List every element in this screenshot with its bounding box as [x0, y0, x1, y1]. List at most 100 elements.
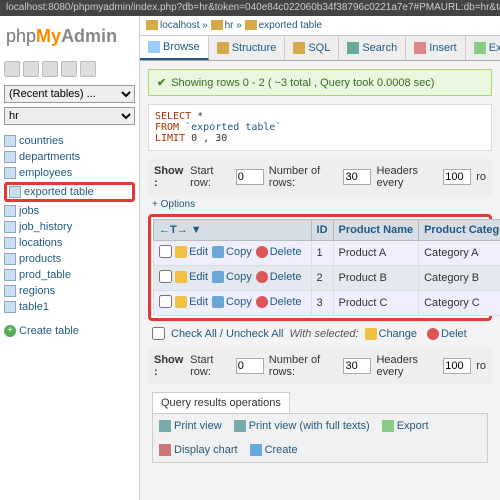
- sql-icon[interactable]: [42, 61, 58, 77]
- col-product-category[interactable]: Product Category: [419, 220, 500, 241]
- edit-icon: [175, 271, 187, 283]
- headers-every-input-2[interactable]: [443, 358, 471, 374]
- create-icon: [250, 444, 262, 456]
- results-table-highlight: ←T→ ▼ ID Product Name Product Category S…: [148, 214, 492, 321]
- display-chart[interactable]: Display chart: [159, 444, 238, 456]
- export-icon: [474, 42, 486, 54]
- edit-row[interactable]: Edit: [175, 271, 208, 283]
- delete-icon: [427, 328, 439, 340]
- table-icon: [4, 205, 16, 217]
- docs-icon[interactable]: [61, 61, 77, 77]
- structure-icon: [217, 42, 229, 54]
- results-table: ←T→ ▼ ID Product Name Product Category S…: [153, 219, 500, 316]
- bulk-change[interactable]: Change: [365, 328, 418, 340]
- tab-sql[interactable]: SQL: [285, 36, 339, 60]
- delete-row[interactable]: Delete: [256, 246, 302, 258]
- chart-icon: [159, 444, 171, 456]
- sidebar-iconrow: [4, 59, 135, 85]
- tree-item-departments[interactable]: departments: [4, 149, 135, 165]
- start-row-input-2[interactable]: [236, 358, 264, 374]
- tree-item-products[interactable]: products: [4, 251, 135, 267]
- reload-icon[interactable]: [80, 61, 96, 77]
- query-results-operations: Query results operations Print view Prin…: [152, 392, 488, 463]
- insert-icon: [414, 42, 426, 54]
- table-icon: [4, 221, 16, 233]
- main-panel: localhost » hr » exported table Browse S…: [140, 16, 500, 500]
- table-row: EditCopyDelete1Product ACategory AXyz Su…: [154, 241, 500, 266]
- tab-browse[interactable]: Browse: [140, 36, 209, 60]
- tree-item-regions[interactable]: regions: [4, 283, 135, 299]
- copy-row[interactable]: Copy: [212, 246, 252, 258]
- delete-row[interactable]: Delete: [256, 296, 302, 308]
- db-icon: [211, 20, 223, 30]
- tabs: Browse Structure SQL Search Insert Expor…: [140, 36, 500, 61]
- delete-icon: [256, 296, 268, 308]
- tree-item-countries[interactable]: countries: [4, 133, 135, 149]
- start-row-input[interactable]: [236, 169, 264, 185]
- table-icon: [4, 151, 16, 163]
- print-icon: [234, 420, 246, 432]
- table-icon: [4, 237, 16, 249]
- delete-icon: [256, 246, 268, 258]
- edit-icon: [365, 328, 377, 340]
- sql-query-box: SELECT * FROM `exported table` LIMIT 0 ,…: [148, 104, 492, 151]
- copy-row[interactable]: Copy: [212, 271, 252, 283]
- row-controls: Show : Start row: Number of rows: Header…: [148, 159, 492, 195]
- table-row: EditCopyDelete2Product BCategory BXyz Su…: [154, 266, 500, 291]
- check-all-checkbox[interactable]: [152, 327, 165, 340]
- tab-insert[interactable]: Insert: [406, 36, 466, 60]
- create-view[interactable]: Create: [250, 444, 298, 456]
- tree-item-jobs[interactable]: jobs: [4, 203, 135, 219]
- breadcrumb: localhost » hr » exported table: [140, 16, 500, 36]
- col-product-name[interactable]: Product Name: [333, 220, 419, 241]
- print-view[interactable]: Print view: [159, 420, 222, 432]
- tree-item-table1[interactable]: table1: [4, 299, 135, 315]
- bulk-delete[interactable]: Delet: [427, 328, 467, 340]
- export-link[interactable]: Export: [382, 420, 429, 432]
- row-checkbox[interactable]: [159, 270, 172, 283]
- tree-item-locations[interactable]: locations: [4, 235, 135, 251]
- success-message: ✔ Showing rows 0 - 2 ( ~3 total , Query …: [148, 69, 492, 96]
- tree-item-exported-table[interactable]: exported table: [4, 182, 135, 202]
- create-table-link[interactable]: + Create table: [4, 325, 135, 337]
- options-link[interactable]: + Options: [152, 199, 488, 210]
- home-icon[interactable]: [4, 61, 20, 77]
- export-icon: [382, 420, 394, 432]
- tree-item-job_history[interactable]: job_history: [4, 219, 135, 235]
- database-select[interactable]: hr: [4, 107, 135, 125]
- tab-structure[interactable]: Structure: [209, 36, 286, 60]
- recent-tables-select[interactable]: (Recent tables) ...: [4, 85, 135, 103]
- col-id[interactable]: ID: [311, 220, 333, 241]
- copy-icon: [212, 296, 224, 308]
- copy-row[interactable]: Copy: [212, 296, 252, 308]
- tree-item-prod_table[interactable]: prod_table: [4, 267, 135, 283]
- edit-icon: [175, 296, 187, 308]
- tab-search[interactable]: Search: [339, 36, 406, 60]
- num-rows-input[interactable]: [343, 169, 371, 185]
- headers-every-input[interactable]: [443, 169, 471, 185]
- table-icon: [4, 135, 16, 147]
- sort-header[interactable]: ←T→ ▼: [154, 220, 312, 241]
- tab-export[interactable]: Export: [466, 36, 500, 60]
- edit-row[interactable]: Edit: [175, 246, 208, 258]
- print-icon: [159, 420, 171, 432]
- copy-icon: [212, 271, 224, 283]
- table-tree: countriesdepartmentsemployeesexported ta…: [4, 129, 135, 315]
- delete-row[interactable]: Delete: [256, 271, 302, 283]
- url-bar: localhost:8080/phpmyadmin/index.php?db=h…: [0, 0, 500, 16]
- edit-row[interactable]: Edit: [175, 296, 208, 308]
- search-icon: [347, 42, 359, 54]
- tree-item-employees[interactable]: employees: [4, 165, 135, 181]
- qro-title: Query results operations: [152, 392, 290, 413]
- check-all-link[interactable]: Check All / Uncheck All: [171, 328, 284, 340]
- sidebar: phpMyAdmin (Recent tables) ... hr countr…: [0, 16, 140, 500]
- server-icon: [146, 20, 158, 30]
- table-icon: [9, 186, 21, 198]
- row-checkbox[interactable]: [159, 245, 172, 258]
- logo: phpMyAdmin: [4, 20, 135, 59]
- print-view-full[interactable]: Print view (with full texts): [234, 420, 370, 432]
- num-rows-input-2[interactable]: [343, 358, 371, 374]
- logout-icon[interactable]: [23, 61, 39, 77]
- table-icon: [4, 167, 16, 179]
- row-checkbox[interactable]: [159, 295, 172, 308]
